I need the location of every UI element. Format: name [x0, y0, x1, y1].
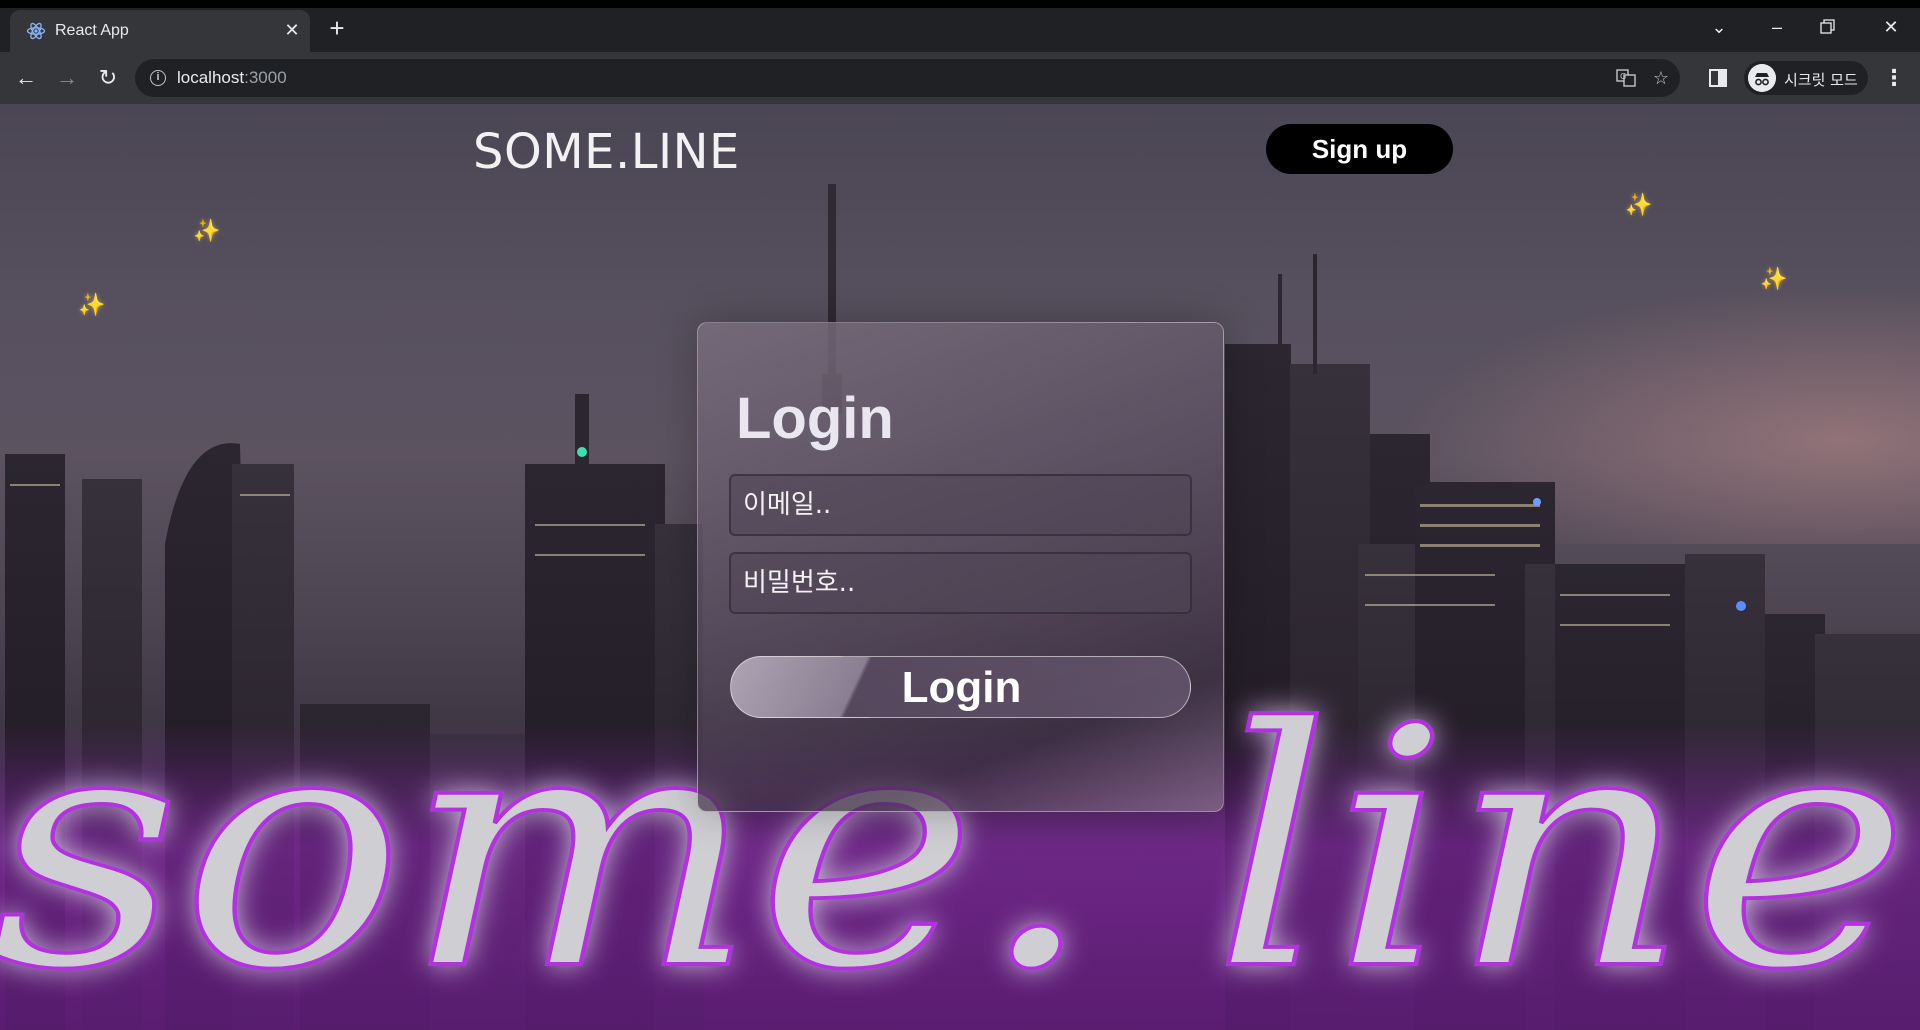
minimize-icon[interactable]: –	[1762, 14, 1792, 40]
browser-tab[interactable]: React App ✕	[10, 10, 310, 52]
page-viewport: some. line SOME.LINE Sign up ✨ ✨ ✨ ✨ Log…	[0, 104, 1920, 1030]
browser-menu-icon[interactable]: ⋮	[1880, 64, 1908, 92]
translate-icon[interactable]: G	[1615, 67, 1637, 89]
browser-toolbar: ← → ↻ i localhost:3000 G ☆ 시크릿 모드 ⋮	[0, 52, 1920, 104]
address-bar[interactable]: i localhost:3000 G ☆	[135, 59, 1680, 97]
signup-button[interactable]: Sign up	[1266, 124, 1453, 174]
sparkle-icon: ✨	[193, 218, 221, 243]
react-icon	[26, 22, 46, 40]
tab-close-icon[interactable]: ✕	[280, 18, 304, 42]
site-info-icon[interactable]: i	[150, 70, 166, 86]
back-icon[interactable]: ←	[12, 64, 40, 92]
browser-tab-bar: React App ✕ + ⌄ – ✕	[0, 0, 1920, 52]
bookmark-star-icon[interactable]: ☆	[1650, 67, 1672, 89]
sparkle-icon: ✨	[1625, 192, 1653, 217]
restore-icon[interactable]	[1818, 18, 1838, 36]
login-button[interactable]: Login	[730, 656, 1191, 718]
sparkle-icon: ✨	[1760, 266, 1788, 291]
sparkle-icon: ✨	[78, 292, 106, 317]
url-port: :3000	[244, 68, 287, 87]
url-text[interactable]: localhost:3000	[177, 68, 287, 88]
side-panel-icon[interactable]	[1707, 67, 1729, 89]
new-tab-icon[interactable]: +	[324, 15, 350, 42]
close-window-icon[interactable]: ✕	[1876, 14, 1906, 40]
incognito-profile-button[interactable]: 시크릿 모드	[1744, 61, 1868, 95]
password-input[interactable]	[729, 552, 1192, 614]
login-card: Login Login	[697, 322, 1224, 812]
incognito-icon	[1748, 64, 1776, 92]
login-title: Login	[736, 386, 894, 451]
tabbar-top-edge	[0, 0, 1920, 8]
svg-text:G: G	[1620, 72, 1626, 81]
url-host: localhost	[177, 68, 245, 87]
tab-title: React App	[55, 22, 129, 39]
tab-search-chevron-icon[interactable]: ⌄	[1704, 14, 1734, 40]
login-button-label: Login	[901, 663, 1022, 712]
reload-icon[interactable]: ↻	[94, 64, 122, 92]
incognito-label: 시크릿 모드	[1784, 71, 1858, 89]
brand-logo[interactable]: SOME.LINE	[473, 124, 740, 180]
email-input[interactable]	[729, 474, 1192, 536]
forward-icon[interactable]: →	[53, 64, 81, 92]
